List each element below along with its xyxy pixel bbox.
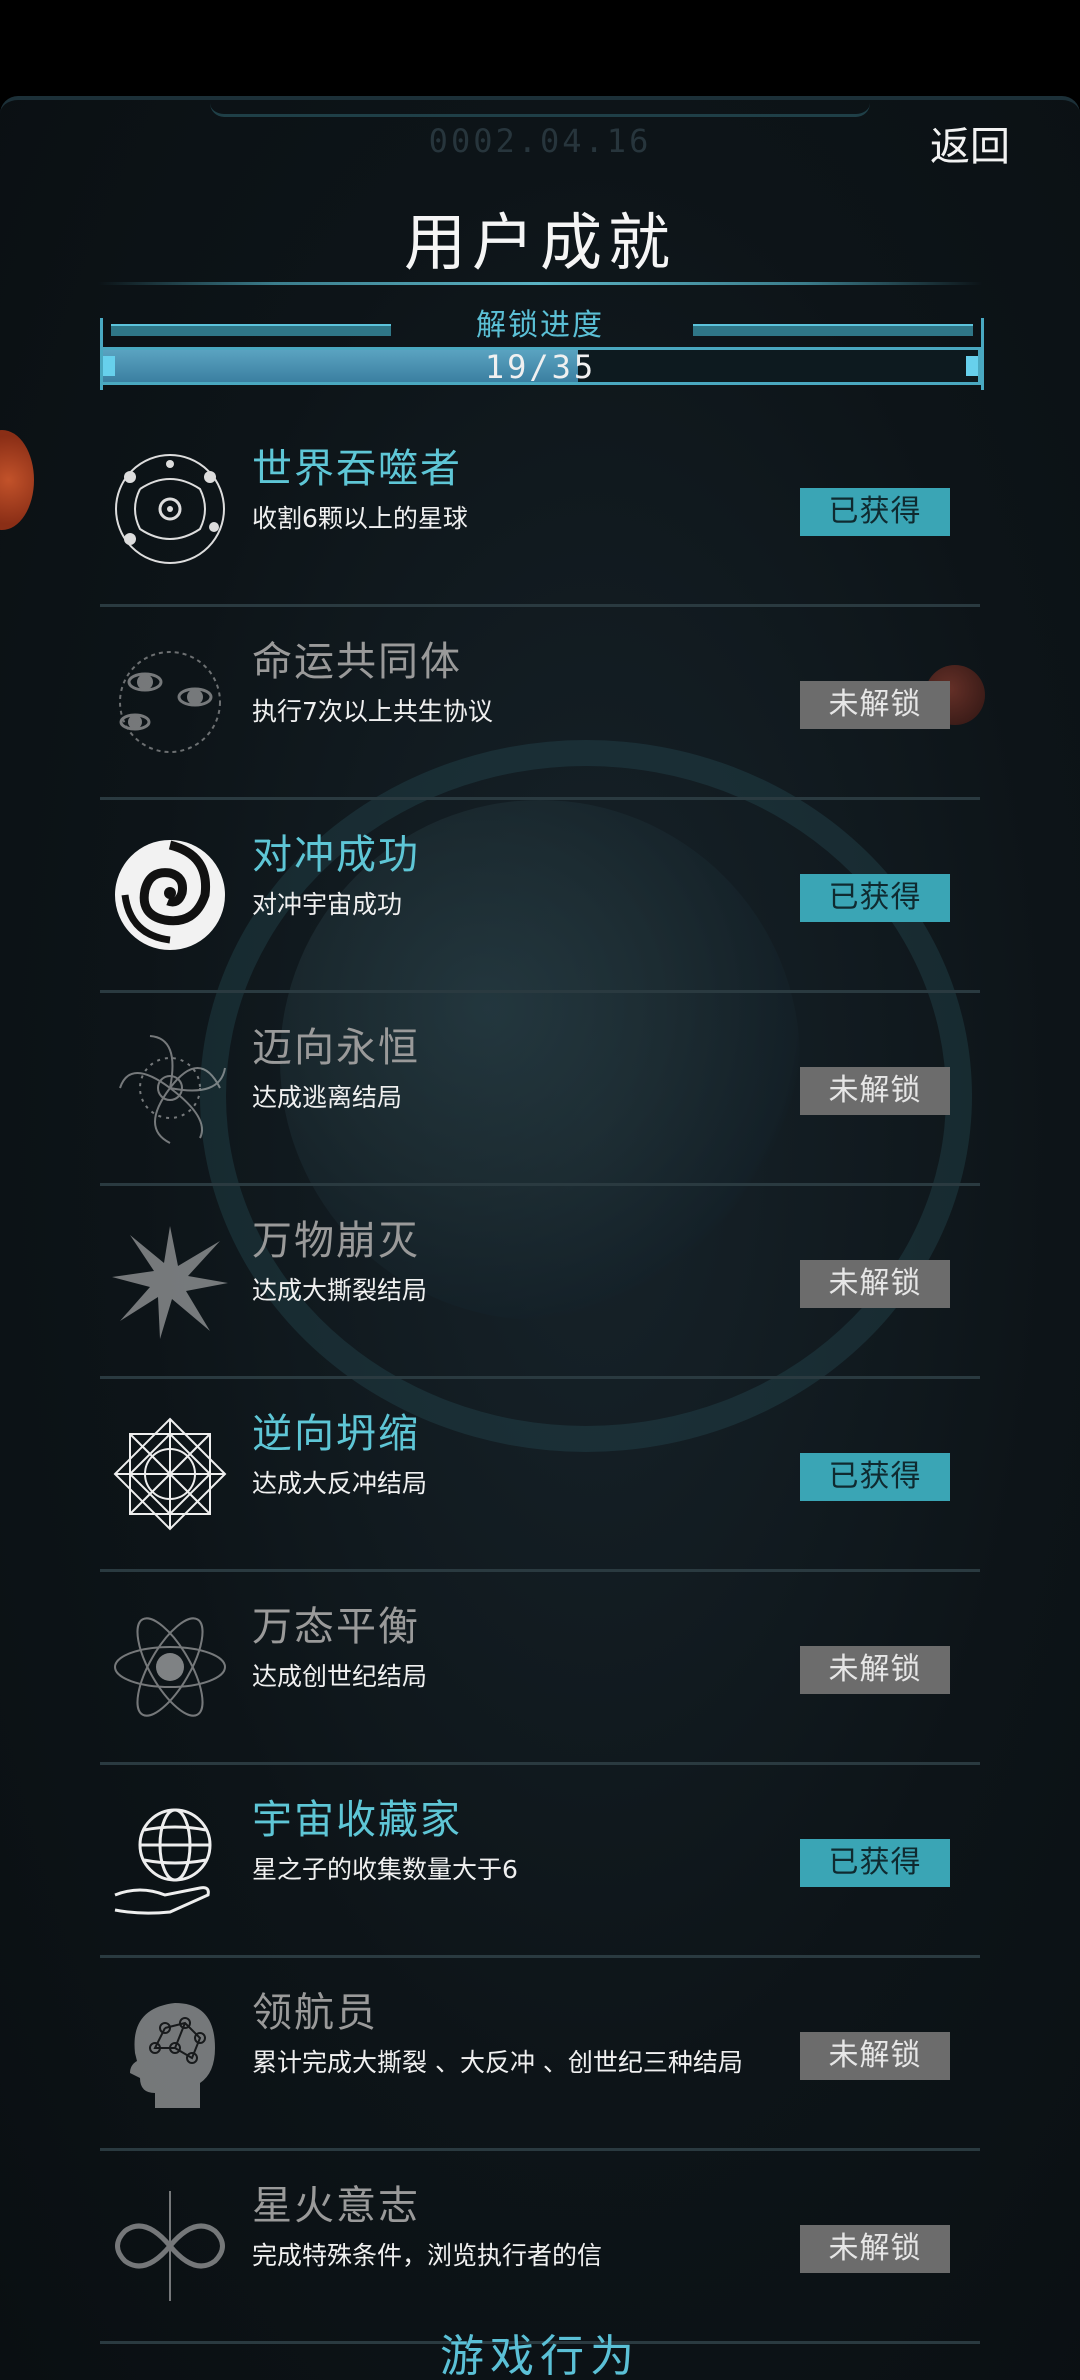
achievement-desc: 收割6颗以上的星球 [252, 504, 468, 533]
achievement-name: 命运共同体 [252, 639, 462, 685]
brain-head-icon [130, 2003, 215, 2108]
progress-label: 解锁进度 [476, 308, 604, 343]
achievement-item: 万物崩灭 达成大撕裂结局 未解锁 [100, 1186, 980, 1379]
achievement-status-button[interactable]: 已获得 [800, 1839, 950, 1887]
achievement-name: 万态平衡 [252, 1604, 420, 1650]
achievement-status-button[interactable]: 未解锁 [800, 1260, 950, 1308]
achievement-name: 星火意志 [252, 2183, 420, 2229]
game-date: 0002.04.16 [428, 122, 652, 160]
page-title: 用户成就 [403, 206, 676, 279]
title-divider [98, 282, 982, 285]
achievement-item: 世界吞噬者 收割6颗以上的星球 已获得 [100, 414, 980, 607]
achievement-name: 世界吞噬者 [252, 446, 462, 492]
achievement-item: 宇宙收藏家 星之子的收集数量大于6 已获得 [100, 1765, 980, 1958]
achievement-desc: 对冲宇宙成功 [252, 890, 403, 919]
achievement-status-button[interactable]: 已获得 [800, 874, 950, 922]
achievement-item: 对冲成功 对冲宇宙成功 已获得 [100, 800, 980, 993]
achievement-name: 对冲成功 [252, 832, 420, 878]
achievement-item: 领航员 累计完成大撕裂 、大反冲 、创世纪三种结局 未解锁 [100, 1958, 980, 2151]
progress-count: 19/35 [484, 348, 597, 386]
achievement-desc: 累计完成大撕裂 、大反冲 、创世纪三种结局 [252, 2048, 743, 2077]
achievement-desc: 执行7次以上共生协议 [252, 697, 493, 726]
red-planet-decoration [0, 430, 34, 530]
achievement-item: 命运共同体 执行7次以上共生协议 未解锁 [100, 607, 980, 800]
achievement-status-button[interactable]: 未解锁 [800, 681, 950, 729]
back-button[interactable]: 返回 [930, 114, 1010, 172]
achievement-status-button[interactable]: 已获得 [800, 488, 950, 536]
achievement-name: 万物崩灭 [252, 1218, 420, 1264]
achievement-status-button[interactable]: 已获得 [800, 1453, 950, 1501]
achievement-status-button[interactable]: 未解锁 [800, 1646, 950, 1694]
vortex-icon [119, 1035, 226, 1144]
achievement-desc: 完成特殊条件，浏览执行者的信 [252, 2241, 603, 2270]
achievement-desc: 达成创世纪结局 [252, 1662, 428, 1691]
globe-hand-icon [114, 1808, 212, 1915]
achievement-item: 迈向永恒 达成逃离结局 未解锁 [100, 993, 980, 1186]
achievements-panel: 0002.04.16 返回 用户成就 解锁进度 19/35 世界吞噬者 收割6颗 [0, 96, 1080, 2380]
achievement-list: 世界吞噬者 收割6颗以上的星球 已获得 命运共同体 执行7次以上共生协议 未解锁 [100, 414, 980, 2344]
burst-icon [112, 1226, 228, 1339]
achievement-desc: 星之子的收集数量大于6 [252, 1855, 518, 1884]
achievement-desc: 达成大撕裂结局 [252, 1276, 428, 1305]
mandala-icon [113, 1417, 227, 1531]
atom-icon [114, 1617, 226, 1717]
linked-planets-icon [119, 651, 221, 753]
achievement-desc: 达成大反冲结局 [252, 1469, 428, 1498]
achievement-desc: 达成逃离结局 [252, 1083, 403, 1112]
achievement-status-button[interactable]: 未解锁 [800, 2225, 950, 2273]
achievement-name: 领航员 [252, 1990, 378, 2036]
achievement-name: 宇宙收藏家 [252, 1797, 462, 1843]
achievement-name: 逆向坍缩 [252, 1411, 420, 1457]
achievement-item: 万态平衡 达成创世纪结局 未解锁 [100, 1572, 980, 1765]
orbit-system-icon [115, 454, 225, 564]
footer-partial-text: 游戏行为 [440, 2331, 640, 2380]
infinity-icon [115, 2191, 225, 2301]
panel-top-ridge [210, 100, 870, 117]
progress-bar: 19/35 [100, 347, 981, 386]
achievement-item: 星火意志 完成特殊条件，浏览执行者的信 未解锁 [100, 2151, 980, 2344]
achievement-status-button[interactable]: 未解锁 [800, 2032, 950, 2080]
achievement-status-button[interactable]: 未解锁 [800, 1067, 950, 1115]
achievement-name: 迈向永恒 [252, 1025, 420, 1071]
achievement-item: 逆向坍缩 达成大反冲结局 已获得 [100, 1379, 980, 1572]
swirl-icon [115, 840, 225, 950]
